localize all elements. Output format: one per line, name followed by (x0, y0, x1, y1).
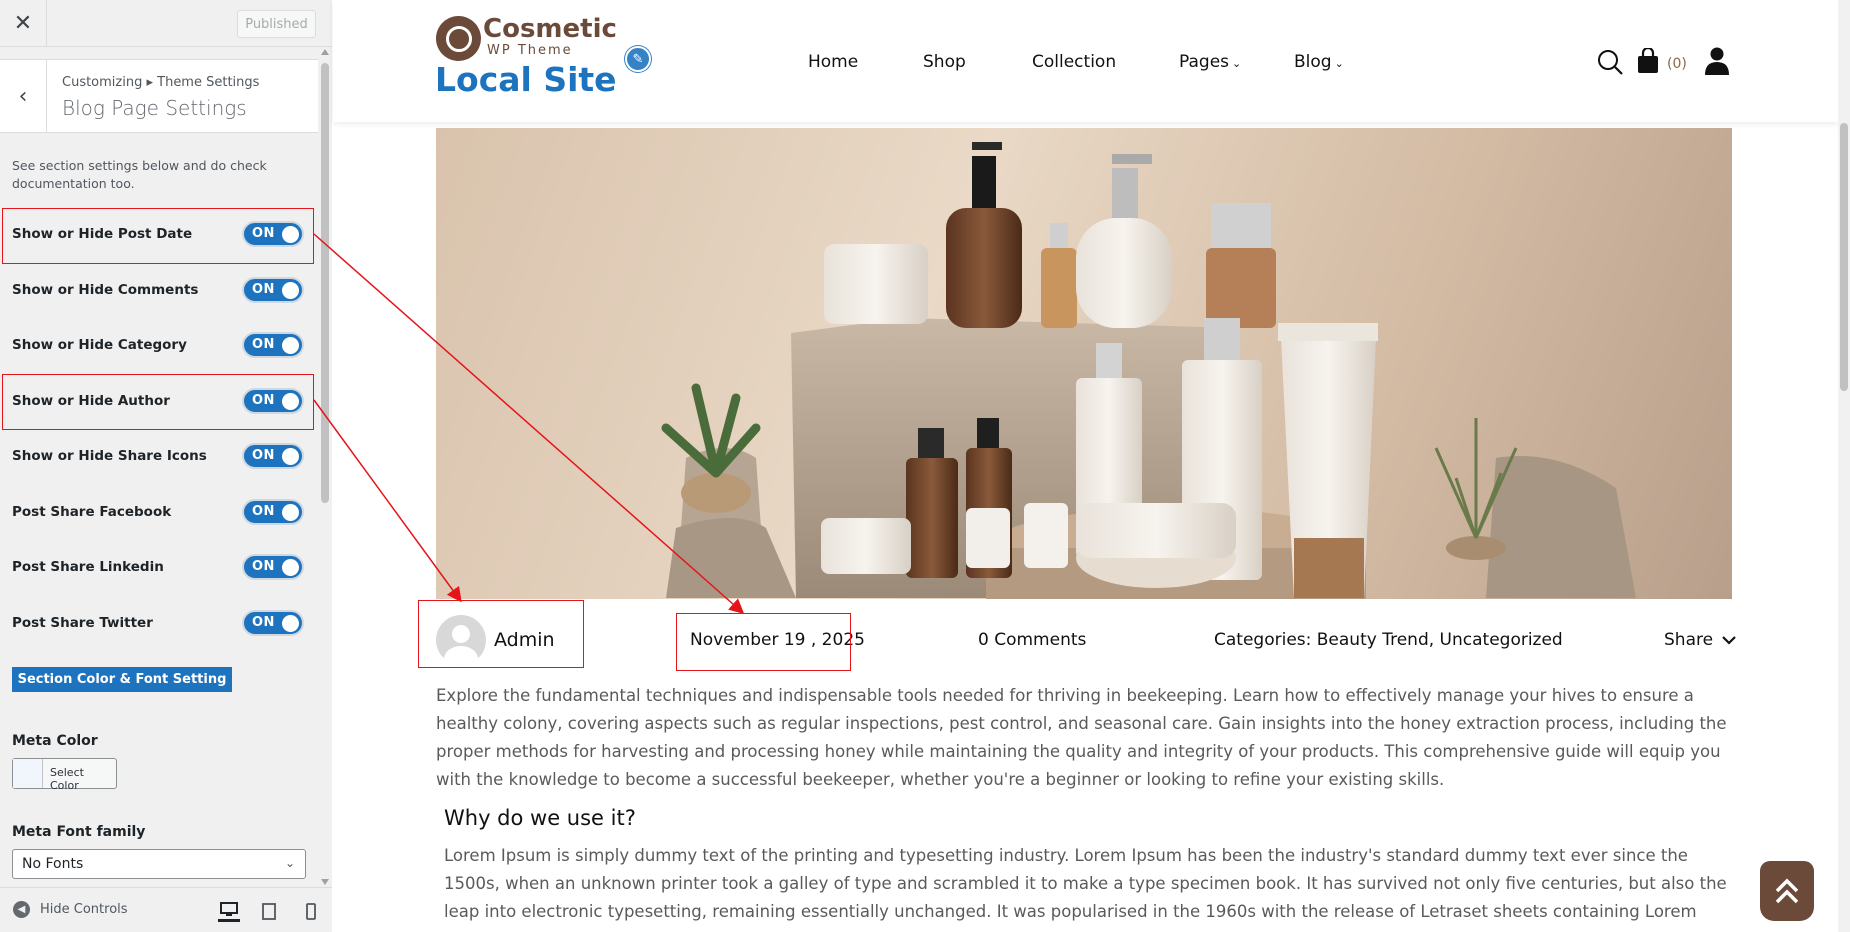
annotation-arrows (313, 233, 745, 614)
